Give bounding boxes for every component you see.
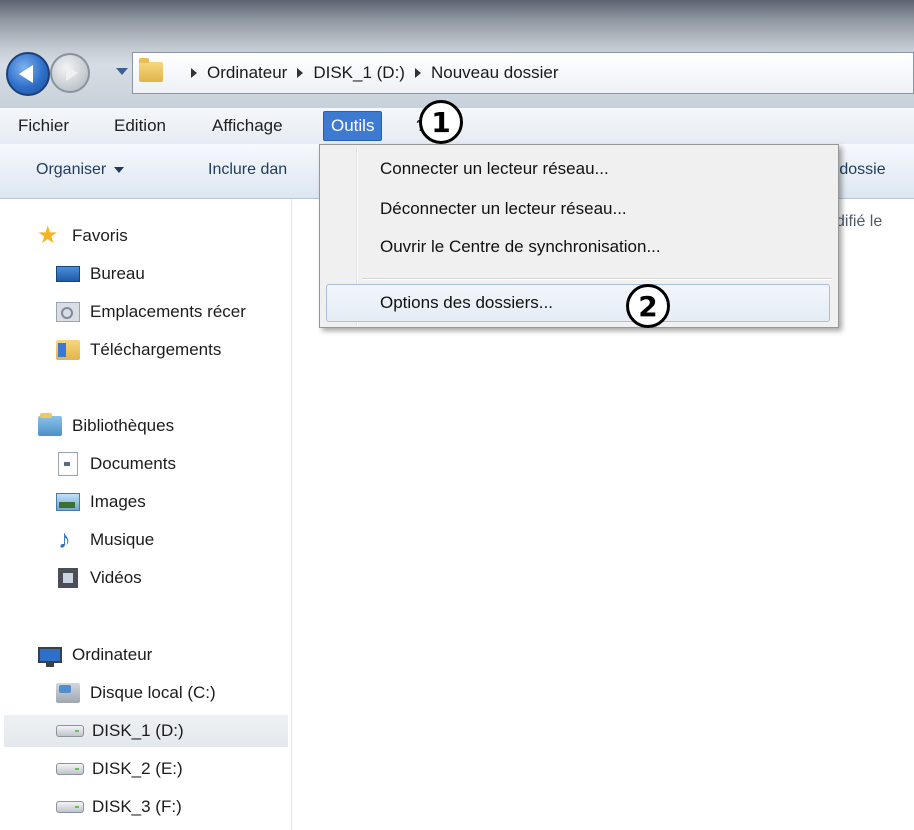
folder-icon <box>139 58 163 82</box>
menu-item-connecter-lecteur[interactable]: Connecter un lecteur réseau... <box>380 159 609 179</box>
step-2-callout: 2 <box>626 284 670 328</box>
libraries-icon <box>38 413 62 436</box>
menu-separator <box>362 278 832 280</box>
downloads-folder-icon <box>56 340 80 360</box>
nav-label: DISK_3 (F:) <box>92 797 182 816</box>
nav-label: Disque local (C:) <box>90 683 216 702</box>
menu-edition[interactable]: Edition <box>114 116 166 136</box>
chevron-right-icon[interactable] <box>414 68 421 78</box>
nav-bureau[interactable]: Bureau <box>56 258 145 290</box>
title-bar: Ordinateur DISK_1 (D:) Nouveau dossier <box>0 0 914 108</box>
nav-emplacements-recents[interactable]: Emplacements récer <box>56 296 246 328</box>
menu-outils[interactable]: Outils <box>323 111 383 141</box>
nav-disque-local-c[interactable]: Disque local (C:) <box>56 677 216 709</box>
nav-favoris[interactable]: Favoris <box>37 220 128 252</box>
organiser-button[interactable]: Organiser <box>36 161 125 179</box>
nav-label: Téléchargements <box>90 340 222 359</box>
nav-label: Musique <box>90 530 155 549</box>
address-bar[interactable]: Ordinateur DISK_1 (D:) Nouveau dossier <box>132 52 914 94</box>
nav-label: Ordinateur <box>72 645 153 664</box>
history-dropdown-icon[interactable] <box>116 68 128 75</box>
nav-label: Images <box>90 492 146 511</box>
computer-icon <box>38 647 62 667</box>
nav-bibliotheques[interactable]: Bibliothèques <box>38 410 174 442</box>
breadcrumb-nouveau-dossier[interactable]: Nouveau dossier <box>431 63 559 83</box>
nav-disk1-d[interactable]: DISK_1 (D:) <box>4 715 288 747</box>
drive-icon <box>56 725 84 737</box>
step-1-callout: 1 <box>419 100 463 144</box>
nav-label: Vidéos <box>90 568 142 587</box>
outils-dropdown-menu: Connecter un lecteur réseau... Déconnect… <box>319 144 839 328</box>
chevron-right-icon[interactable] <box>191 68 197 78</box>
menu-fichier[interactable]: Fichier <box>18 116 69 136</box>
nav-label: Documents <box>90 454 176 473</box>
chevron-down-icon <box>114 166 125 173</box>
nav-ordinateur[interactable]: Ordinateur <box>38 639 152 671</box>
nav-label: Bureau <box>90 264 145 283</box>
breadcrumb-disk1[interactable]: DISK_1 (D:) <box>313 63 405 83</box>
nav-label: DISK_1 (D:) <box>92 721 184 740</box>
forward-arrow-icon[interactable] <box>50 53 90 93</box>
pictures-icon <box>56 493 80 511</box>
nav-label: Emplacements récer <box>90 302 246 321</box>
breadcrumb: Ordinateur DISK_1 (D:) Nouveau dossier <box>181 63 559 83</box>
nav-documents[interactable]: Documents <box>56 448 176 480</box>
menu-item-options-dossiers[interactable]: Options des dossiers... <box>380 293 553 313</box>
nav-label: DISK_2 (E:) <box>92 759 183 778</box>
drive-icon <box>56 801 84 813</box>
recent-places-icon <box>56 302 80 322</box>
drive-icon <box>56 763 84 775</box>
inclure-button[interactable]: Inclure dan <box>208 161 287 179</box>
menu-affichage[interactable]: Affichage <box>212 116 283 136</box>
menu-item-deconnecter-lecteur[interactable]: Déconnecter un lecteur réseau... <box>380 199 627 219</box>
nav-label: Bibliothèques <box>72 416 175 435</box>
organiser-label: Organiser <box>36 161 107 178</box>
nav-videos[interactable]: Vidéos <box>56 562 142 594</box>
local-disk-icon <box>56 683 80 703</box>
nav-musique[interactable]: Musique <box>56 524 154 556</box>
document-icon <box>58 452 78 476</box>
nav-disk3-f[interactable]: DISK_3 (F:) <box>56 791 182 823</box>
navigation-pane: Favoris Bureau Emplacements récer Téléch… <box>0 199 292 830</box>
chevron-right-icon[interactable] <box>297 68 304 78</box>
video-icon <box>58 568 78 588</box>
nav-disk2-e[interactable]: DISK_2 (E:) <box>56 753 183 785</box>
column-header-modified[interactable]: difié le <box>836 213 882 231</box>
nav-label: Favoris <box>72 226 128 245</box>
breadcrumb-ordinateur[interactable]: Ordinateur <box>207 63 287 83</box>
star-icon <box>37 221 62 250</box>
desktop-icon <box>56 266 80 282</box>
music-note-icon <box>56 524 80 555</box>
nav-images[interactable]: Images <box>56 486 146 518</box>
menu-item-centre-synchronisation[interactable]: Ouvrir le Centre de synchronisation... <box>380 237 661 257</box>
nav-telechargements[interactable]: Téléchargements <box>56 334 221 366</box>
back-arrow-icon[interactable] <box>6 52 50 96</box>
